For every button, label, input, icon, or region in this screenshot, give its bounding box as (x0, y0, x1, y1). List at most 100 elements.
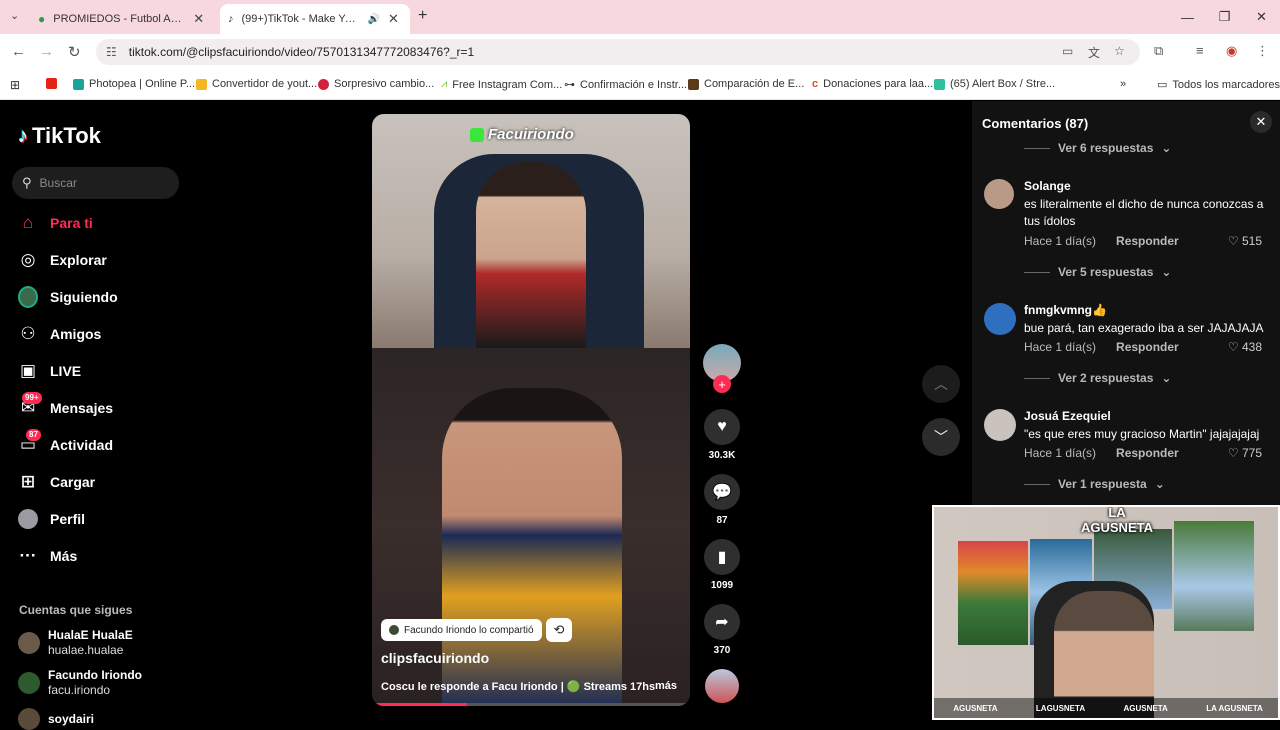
sidebar-item-amigos[interactable]: ⚇ Amigos (18, 324, 101, 344)
following-avatar-icon (18, 286, 38, 308)
restore-icon[interactable]: ❐ (1206, 9, 1243, 25)
sidebar-item-explorar[interactable]: ◎ Explorar (18, 250, 107, 270)
youtube-bookmark-icon[interactable] (46, 78, 57, 89)
view-replies[interactable]: Ver 2 respuestas ⌄ (1024, 371, 1171, 385)
following-section-title: Cuentas que sigues (19, 603, 133, 617)
live-icon: ▣ (19, 361, 37, 380)
social-handles-bar: AGUSNETA LAGUSNETA AGUSNETA LA AGUSNETA (934, 698, 1278, 718)
video-player[interactable]: Facuiriondo Facundo Iriondo lo compartió… (372, 114, 690, 706)
more-bookmarks-icon[interactable]: » (1120, 78, 1126, 90)
like-count: 30.3K (708, 450, 736, 461)
bookmarks-bar: ⊞ Photopea | Online P... Convertidor de … (0, 70, 1280, 100)
comment-like-button[interactable]: ♡ 438 (1228, 340, 1262, 354)
close-tab-icon[interactable]: ✕ (388, 11, 399, 27)
upload-icon: ⊞ (20, 472, 36, 491)
sidebar-item-cargar[interactable]: ⊞ Cargar (18, 472, 95, 492)
save-button[interactable]: ▮ 1099 (703, 539, 741, 591)
comment-time: Hace 1 día(s) (1024, 340, 1097, 354)
reply-button[interactable]: Responder (1116, 340, 1179, 354)
bookmark-item[interactable]: (65) Alert Box / Stre... (934, 78, 1055, 90)
avatar (18, 672, 40, 694)
sidebar-item-live[interactable]: ▣ LIVE (18, 361, 81, 381)
audio-playing-icon[interactable]: 🔊 (368, 14, 380, 25)
bookmark-star-icon[interactable]: ☆ (1114, 44, 1125, 58)
comment-like-button[interactable]: ♡ 775 (1228, 446, 1262, 460)
reply-button[interactable]: Responder (1116, 446, 1179, 460)
sidebar-item-para-ti[interactable]: ⌂ Para ti (18, 213, 93, 233)
minimize-icon[interactable]: — (1169, 10, 1206, 25)
sidebar-item-perfil[interactable]: Perfil (18, 509, 85, 529)
tab-title: PROMIEDOS - Futbol Argentino (53, 13, 186, 25)
comment-author[interactable]: fnmgkvmng👍 (1024, 303, 1107, 317)
tab-promiedos[interactable]: ● PROMIEDOS - Futbol Argentino ✕ (30, 4, 216, 34)
bookmark-item[interactable]: c Donaciones para laa... (812, 78, 933, 90)
comment-author[interactable]: Josuá Ezequiel (1024, 409, 1111, 423)
video-progress[interactable] (372, 703, 690, 706)
tab-list-chevron-icon[interactable]: ⌄ (10, 9, 19, 22)
back-icon[interactable]: ← (11, 43, 26, 60)
previous-video-button[interactable]: ︿ (922, 365, 960, 403)
close-tab-icon[interactable]: ✕ (193, 11, 204, 27)
reply-button[interactable]: Responder (1116, 234, 1179, 248)
sidebar-item-actividad[interactable]: ▭ 87 Actividad (18, 429, 113, 455)
music-disc-icon[interactable] (705, 669, 739, 703)
following-account[interactable]: soydairi (18, 708, 94, 730)
shared-by-chip[interactable]: Facundo Iriondo lo compartió (381, 619, 542, 641)
repost-icon[interactable]: ⟲ (546, 618, 572, 642)
like-button[interactable]: ♥ 30.3K (703, 409, 741, 461)
share-button[interactable]: ➦ 370 (703, 604, 741, 656)
next-video-button[interactable]: ﹀ (922, 418, 960, 456)
all-bookmarks[interactable]: ▭ Todos los marcadores (1157, 78, 1280, 92)
reload-icon[interactable]: ↻ (68, 43, 81, 61)
sidebar-item-siguiendo[interactable]: Siguiendo (18, 286, 118, 308)
x-handle: LAGUSNETA (1035, 703, 1086, 713)
url-text[interactable]: tiktok.com/@clipsfacuiriondo/video/75701… (129, 45, 474, 59)
translate-icon[interactable]: 文 (1088, 44, 1100, 61)
bookmark-item[interactable]: ⊶ Confirmación e Instr... (564, 78, 687, 92)
avatar[interactable] (984, 303, 1016, 335)
profile-icon[interactable]: ◉ (1226, 43, 1237, 59)
menu-kebab-icon[interactable]: ⋮ (1256, 43, 1269, 59)
search-input[interactable]: ⚲ Buscar (12, 167, 179, 199)
site-info-icon[interactable]: ☷ (106, 45, 117, 59)
address-bar[interactable]: ☷ tiktok.com/@clipsfacuiriondo/video/757… (96, 39, 1140, 65)
more-link[interactable]: más (655, 680, 677, 692)
avatar[interactable] (984, 409, 1016, 441)
folder-icon: ▭ (1157, 79, 1168, 91)
tab-tiktok[interactable]: ♪ (99+)TikTok - Make Your Day 🔊 ✕ (220, 4, 410, 34)
bookmark-item[interactable]: Comparación de E... (688, 78, 804, 90)
comment-text: "es que eres muy gracioso Martin" jajaja… (1024, 427, 1260, 441)
view-replies[interactable]: Ver 1 respuesta ⌄ (1024, 477, 1165, 491)
comment-like-button[interactable]: ♡ 515 (1228, 234, 1262, 248)
bookmark-item[interactable]: ⩘ Free Instagram Com... (441, 78, 562, 91)
follow-plus-icon[interactable]: + (713, 375, 731, 393)
apps-grid-icon[interactable]: ⊞ (10, 78, 20, 92)
extensions-icon[interactable]: ⧉ (1154, 43, 1163, 59)
forward-icon[interactable]: → (39, 43, 54, 60)
sidebar-item-mensajes[interactable]: ✉ 99+ Mensajes (18, 392, 113, 418)
following-account[interactable]: HualaE HualaE hualae.hualae (18, 628, 133, 658)
view-replies[interactable]: Ver 6 respuestas ⌄ (1024, 141, 1171, 155)
video-author[interactable]: clipsfacuiriondo (381, 650, 489, 666)
folder-icon (196, 78, 207, 90)
poster (958, 541, 1028, 645)
cast-icon[interactable]: ▭ (1062, 44, 1073, 58)
bookmark-item[interactable]: Sorpresivo cambio... (318, 78, 434, 90)
close-comments-icon[interactable]: ✕ (1250, 111, 1272, 133)
comment-author[interactable]: Solange (1024, 179, 1071, 193)
site-icon: c (812, 78, 819, 90)
comment-button[interactable]: 💬 87 (703, 474, 741, 526)
tiktok-logo[interactable]: ♪ TikTok (18, 123, 101, 149)
media-control-icon[interactable]: ≡ (1196, 43, 1204, 58)
video-description: Coscu le responde a Facu Iriondo | 🟢 Str… (381, 680, 677, 693)
close-window-icon[interactable]: ✕ (1243, 9, 1280, 25)
view-replies[interactable]: Ver 5 respuestas ⌄ (1024, 265, 1171, 279)
avatar[interactable] (984, 179, 1014, 209)
following-account[interactable]: Facundo Iriondo facu.iriondo (18, 668, 142, 698)
bookmark-item[interactable]: Photopea | Online P... (73, 78, 195, 90)
comment-time: Hace 1 día(s) (1024, 446, 1097, 460)
new-tab-icon[interactable]: + (418, 7, 427, 25)
bookmark-item[interactable]: Convertidor de yout... (196, 78, 317, 90)
sidebar-item-mas[interactable]: ··· Más (18, 546, 78, 566)
compass-icon: ◎ (20, 250, 36, 269)
